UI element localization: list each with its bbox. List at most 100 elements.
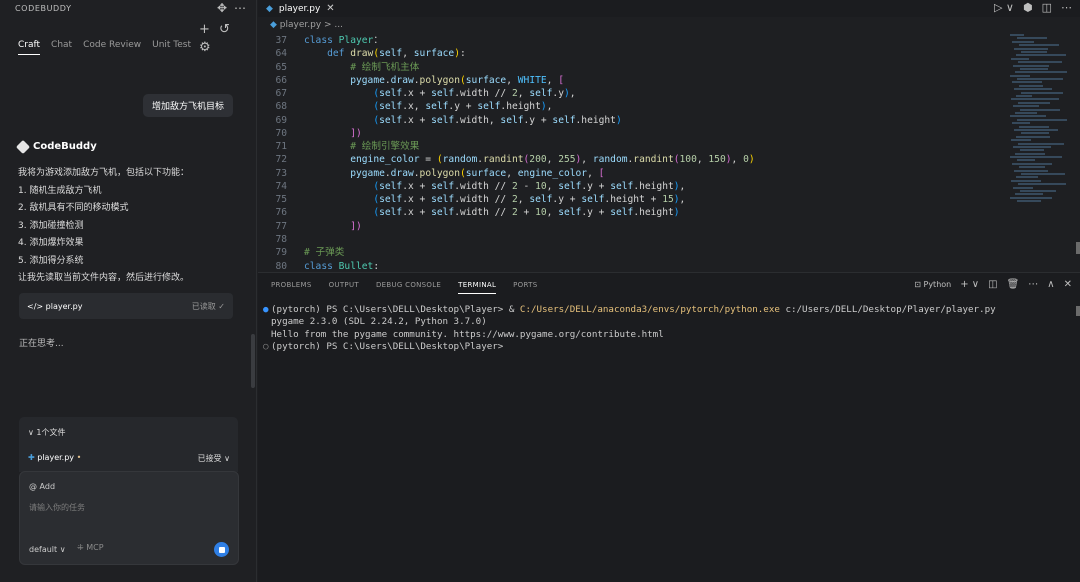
minimap-line xyxy=(1014,169,1048,172)
minimap-line xyxy=(1020,108,1060,111)
minimap-line xyxy=(1021,91,1063,94)
mcp-button[interactable]: ⁜ MCP xyxy=(77,543,104,552)
minimap-line xyxy=(1012,122,1030,125)
trash-icon[interactable]: 🗑 xyxy=(1007,279,1020,290)
more-icon[interactable]: ⋯ xyxy=(234,1,246,15)
panel-actions: ⊡ Python + ∨ ◫ 🗑 ⋯ ∧ ✕ xyxy=(914,279,1072,290)
code-line[interactable]: 69 (self.x + self.width, self.y + self.h… xyxy=(258,114,998,127)
maximize-panel-icon[interactable]: ∧ xyxy=(1047,279,1054,290)
code-line[interactable]: 77 ]) xyxy=(258,220,998,233)
code-line[interactable]: 66 pygame.draw.polygon(surface, WHITE, [ xyxy=(258,74,998,87)
code-line[interactable]: 70 ]) xyxy=(258,127,998,140)
mode-select[interactable]: default ∨ xyxy=(29,545,66,554)
line-content: pygame.draw.polygon(surface, WHITE, [ xyxy=(350,74,564,86)
minimap-line xyxy=(1021,50,1047,53)
tab-terminal[interactable]: TERMINAL xyxy=(458,281,497,294)
settings-icon[interactable]: ⚙ xyxy=(199,40,211,55)
codebuddy-panel: CODEBUDDY ✥ ⋯ + ↺ ⚙ Craft Chat Code Revi… xyxy=(0,0,257,582)
code-line[interactable]: 64 def draw(self, surface): xyxy=(258,47,998,60)
code-line[interactable]: 74 (self.x + self.width // 2 - 10, self.… xyxy=(258,180,998,193)
code-line[interactable]: 76 (self.x + self.width // 2 + 10, self.… xyxy=(258,206,998,219)
minimap-line xyxy=(1012,40,1034,43)
code-line[interactable]: 65 # 绘制飞机主体 xyxy=(258,61,998,74)
assistant-name: CodeBuddy xyxy=(33,141,97,152)
minimap-line xyxy=(1013,105,1039,108)
split-editor-icon[interactable]: ◫ xyxy=(1042,1,1052,14)
line-number: 70 xyxy=(275,127,287,139)
close-panel-icon[interactable]: ✕ xyxy=(1064,279,1072,290)
line-number: 64 xyxy=(275,48,287,60)
code-line[interactable]: 37 class Player： xyxy=(258,34,998,47)
file-card-status: 已读取 ✓ xyxy=(191,301,225,311)
changed-file-name: player.py xyxy=(37,453,75,462)
tab-craft[interactable]: Craft xyxy=(18,40,41,55)
editor-tab-player[interactable]: ◆ player.py ✕ xyxy=(266,0,335,17)
terminal-scrollbar[interactable] xyxy=(1076,306,1080,316)
tab-ports[interactable]: PORTS xyxy=(513,281,537,294)
code-editor: ◆ player.py ✕ ▷ ∨ ⬢ ◫ ⋯ ◆ player.py > ..… xyxy=(258,0,1080,272)
changed-file-status[interactable]: 已接受 ∨ xyxy=(198,453,230,464)
changed-files-toggle[interactable]: ∨ 1个文件 xyxy=(28,427,66,438)
tab-unit-test[interactable]: Unit Test xyxy=(152,40,191,55)
close-tab-icon[interactable]: ✕ xyxy=(326,3,334,14)
task-input-box[interactable]: @ Add 请输入你的任务 default ∨ ⁜ MCP xyxy=(19,471,239,565)
assistant-response: 我将为游戏添加敌方飞机，包括以下功能： 1. 随机生成敌方飞机 2. 敌机具有不… xyxy=(18,165,189,288)
code-line[interactable]: 72 engine_color = (random.randint(200, 2… xyxy=(258,153,998,166)
minimap-line xyxy=(1016,54,1066,57)
chat-scrollbar[interactable] xyxy=(251,334,255,388)
changed-file-row[interactable]: ✚ player.py • 已接受 ∨ xyxy=(28,453,230,464)
tab-problems[interactable]: PROBLEMS xyxy=(271,281,312,294)
add-context-button[interactable]: @ Add xyxy=(29,482,55,491)
response-line: 我将为游戏添加敌方飞机，包括以下功能： xyxy=(18,168,190,178)
line-content: ]) xyxy=(350,220,362,232)
assistant-header: CodeBuddy xyxy=(15,139,97,154)
minimap-line xyxy=(1011,179,1041,182)
code-line[interactable]: 78 xyxy=(258,233,998,246)
copilot-icon[interactable]: ⬢ xyxy=(1023,1,1033,14)
read-file-card[interactable]: </> player.py 已读取 ✓ xyxy=(19,293,233,319)
more-icon[interactable]: ⋯ xyxy=(1061,1,1072,14)
minimap-line xyxy=(1021,132,1049,135)
line-content: class Bullet: xyxy=(304,260,380,272)
editor-actions: ▷ ∨ ⬢ ◫ ⋯ xyxy=(994,1,1072,14)
line-number: 80 xyxy=(275,260,287,272)
terminal-shell-select[interactable]: ⊡ Python xyxy=(914,280,951,289)
line-number: 65 xyxy=(275,61,287,73)
code-area[interactable]: 37 class Player： 64 def draw(self, surface… xyxy=(258,34,998,273)
tab-code-review[interactable]: Code Review xyxy=(83,40,141,55)
code-line[interactable]: 75 (self.x + self.width // 2, self.y + s… xyxy=(258,193,998,206)
minimap-line xyxy=(1020,149,1044,152)
more-icon[interactable]: ⋯ xyxy=(1028,279,1038,290)
minimap-line xyxy=(1013,64,1049,67)
tab-output[interactable]: OUTPUT xyxy=(329,281,359,294)
new-chat-icon[interactable]: + xyxy=(199,22,210,37)
task-input[interactable]: 请输入你的任务 xyxy=(29,502,85,513)
tab-chat[interactable]: Chat xyxy=(51,40,72,55)
line-content: (self.x, self.y + self.height), xyxy=(373,101,553,113)
move-icon[interactable]: ✥ xyxy=(217,1,227,15)
split-terminal-icon[interactable]: ◫ xyxy=(988,279,997,290)
minimap-line xyxy=(1018,142,1064,145)
terminal-output[interactable]: ● (pytorch) PS C:\Users\DELL\Desktop\Play… xyxy=(263,304,996,353)
run-icon[interactable]: ▷ ∨ xyxy=(994,1,1014,14)
code-line[interactable]: 73 pygame.draw.polygon(surface, engine_c… xyxy=(258,167,998,180)
new-terminal-icon[interactable]: + ∨ xyxy=(960,279,979,290)
breadcrumb[interactable]: ◆ player.py > ... xyxy=(270,20,343,30)
code-file-icon: </> xyxy=(27,301,44,311)
modified-dot-icon: • xyxy=(76,453,82,462)
minimap-line xyxy=(1015,152,1045,155)
editor-tab-label: player.py xyxy=(278,3,321,14)
terminal-line: ○ (pytorch) PS C:\Users\DELL\Desktop\Play… xyxy=(263,340,504,352)
code-line[interactable]: 79 # 子弹类 xyxy=(258,246,998,259)
code-line[interactable]: 80 class Bullet: xyxy=(258,260,998,273)
line-content: class Player： xyxy=(304,35,383,46)
minimap[interactable] xyxy=(1010,34,1067,244)
editor-scrollbar[interactable] xyxy=(1076,242,1080,254)
history-icon[interactable]: ↺ xyxy=(219,22,230,37)
tab-debug-console[interactable]: DEBUG CONSOLE xyxy=(376,281,441,294)
code-line[interactable]: 68 (self.x, self.y + self.height), xyxy=(258,100,998,113)
code-line[interactable]: 67 (self.x + self.width // 2, self.y), xyxy=(258,87,998,100)
code-line[interactable]: 71 # 绘制引擎效果 xyxy=(258,140,998,153)
minimap-line xyxy=(1017,200,1041,203)
stop-button[interactable] xyxy=(214,542,229,557)
